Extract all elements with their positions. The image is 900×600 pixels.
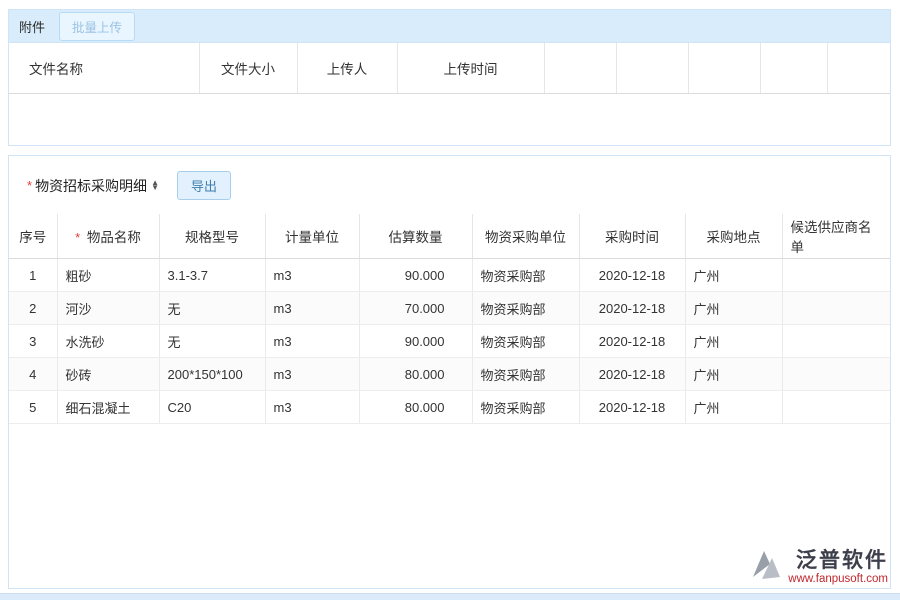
attachment-panel-header: 附件 批量上传 xyxy=(9,10,890,43)
table-cell xyxy=(782,325,890,358)
detail-table: 序号* 物品名称规格型号计量单位估算数量物资采购单位采购时间采购地点候选供应商名… xyxy=(9,214,890,424)
detail-column-header: 采购时间 xyxy=(579,214,685,259)
detail-table-header-row: 序号* 物品名称规格型号计量单位估算数量物资采购单位采购时间采购地点候选供应商名… xyxy=(9,214,890,259)
required-asterisk: * xyxy=(27,178,32,193)
table-cell: m3 xyxy=(265,358,359,391)
table-cell: 物资采购部 xyxy=(472,292,579,325)
attachment-column-header: 上传人 xyxy=(297,43,397,93)
table-cell: 3.1-3.7 xyxy=(159,259,265,292)
fanpu-url: www.fanpusoft.com xyxy=(788,573,888,585)
table-cell: 90.000 xyxy=(359,259,472,292)
attachment-column-header xyxy=(544,43,616,93)
table-cell xyxy=(782,391,890,424)
table-cell: 物资采购部 xyxy=(472,358,579,391)
table-row[interactable]: 3水洗砂无m390.000物资采购部2020-12-18广州 xyxy=(9,325,890,358)
batch-upload-button[interactable]: 批量上传 xyxy=(59,12,135,41)
table-cell: m3 xyxy=(265,292,359,325)
detail-panel: * 物资招标采购明细 ▲ ▼ 导出 序号* 物品名称规格型号计量单位估算数量物资… xyxy=(8,155,891,589)
table-cell: 无 xyxy=(159,325,265,358)
fanpu-watermark-text: 泛普软件 www.fanpusoft.com xyxy=(788,550,888,584)
fanpu-watermark: 泛普软件 www.fanpusoft.com xyxy=(749,549,888,586)
table-cell: 广州 xyxy=(685,259,782,292)
table-cell: C20 xyxy=(159,391,265,424)
detail-column-header: 规格型号 xyxy=(159,214,265,259)
table-cell: 物资采购部 xyxy=(472,391,579,424)
attachment-column-header: 文件大小 xyxy=(199,43,297,93)
table-cell: 70.000 xyxy=(359,292,472,325)
detail-panel-title: 物资招标采购明细 xyxy=(35,176,147,196)
attachment-column-header: 文件名称 xyxy=(9,43,199,93)
table-cell: 细石混凝土 xyxy=(57,391,159,424)
table-cell: 2020-12-18 xyxy=(579,259,685,292)
attachment-column-header: 上传时间 xyxy=(397,43,544,93)
detail-column-header: 计量单位 xyxy=(265,214,359,259)
attachment-empty-area xyxy=(9,93,890,144)
table-cell: 2020-12-18 xyxy=(579,358,685,391)
table-cell: m3 xyxy=(265,325,359,358)
table-cell: 200*150*100 xyxy=(159,358,265,391)
table-cell: 1 xyxy=(9,259,57,292)
detail-column-header: 物资采购单位 xyxy=(472,214,579,259)
table-cell: 砂砖 xyxy=(57,358,159,391)
table-cell: m3 xyxy=(265,259,359,292)
table-cell: m3 xyxy=(265,391,359,424)
table-row[interactable]: 2河沙无m370.000物资采购部2020-12-18广州 xyxy=(9,292,890,325)
table-cell: 广州 xyxy=(685,358,782,391)
table-cell: 2020-12-18 xyxy=(579,292,685,325)
detail-title-row: * 物资招标采购明细 ▲ ▼ 导出 xyxy=(9,156,890,214)
attachment-empty-row xyxy=(9,93,890,144)
detail-column-header: 估算数量 xyxy=(359,214,472,259)
table-cell xyxy=(782,292,890,325)
table-cell: 广州 xyxy=(685,391,782,424)
table-cell: 4 xyxy=(9,358,57,391)
table-cell: 90.000 xyxy=(359,325,472,358)
table-cell: 3 xyxy=(9,325,57,358)
table-cell: 无 xyxy=(159,292,265,325)
table-cell: 粗砂 xyxy=(57,259,159,292)
table-cell: 80.000 xyxy=(359,358,472,391)
table-cell: 河沙 xyxy=(57,292,159,325)
attachment-column-header xyxy=(760,43,827,93)
attachment-title: 附件 xyxy=(19,17,45,36)
detail-column-header: 候选供应商名单 xyxy=(782,214,890,259)
table-cell: 2 xyxy=(9,292,57,325)
table-cell: 广州 xyxy=(685,325,782,358)
sort-down-arrow-icon: ▼ xyxy=(151,186,159,190)
table-cell: 物资采购部 xyxy=(472,325,579,358)
table-cell xyxy=(782,358,890,391)
attachment-column-header xyxy=(688,43,760,93)
table-cell: 80.000 xyxy=(359,391,472,424)
detail-column-header: * 物品名称 xyxy=(57,214,159,259)
table-cell: 广州 xyxy=(685,292,782,325)
table-row[interactable]: 5细石混凝土C20m380.000物资采购部2020-12-18广州 xyxy=(9,391,890,424)
attachment-table: 文件名称文件大小上传人上传时间 xyxy=(9,43,890,144)
table-cell: 2020-12-18 xyxy=(579,391,685,424)
table-cell: 物资采购部 xyxy=(472,259,579,292)
attachment-table-header-row: 文件名称文件大小上传人上传时间 xyxy=(9,43,890,93)
required-asterisk: * xyxy=(75,230,84,245)
export-button[interactable]: 导出 xyxy=(177,171,231,200)
bottom-strip xyxy=(0,593,900,600)
table-cell: 5 xyxy=(9,391,57,424)
table-row[interactable]: 4砂砖200*150*100m380.000物资采购部2020-12-18广州 xyxy=(9,358,890,391)
table-cell: 水洗砂 xyxy=(57,325,159,358)
table-row[interactable]: 1粗砂3.1-3.7m390.000物资采购部2020-12-18广州 xyxy=(9,259,890,292)
attachment-column-header xyxy=(616,43,688,93)
attachment-panel: 附件 批量上传 文件名称文件大小上传人上传时间 xyxy=(8,9,891,146)
fanpu-logo-icon xyxy=(749,549,783,586)
sort-icon[interactable]: ▲ ▼ xyxy=(151,181,159,190)
detail-column-header: 采购地点 xyxy=(685,214,782,259)
detail-column-header: 序号 xyxy=(9,214,57,259)
fanpu-brand-name: 泛普软件 xyxy=(796,550,888,572)
table-cell: 2020-12-18 xyxy=(579,325,685,358)
attachment-column-header xyxy=(827,43,890,93)
table-cell xyxy=(782,259,890,292)
